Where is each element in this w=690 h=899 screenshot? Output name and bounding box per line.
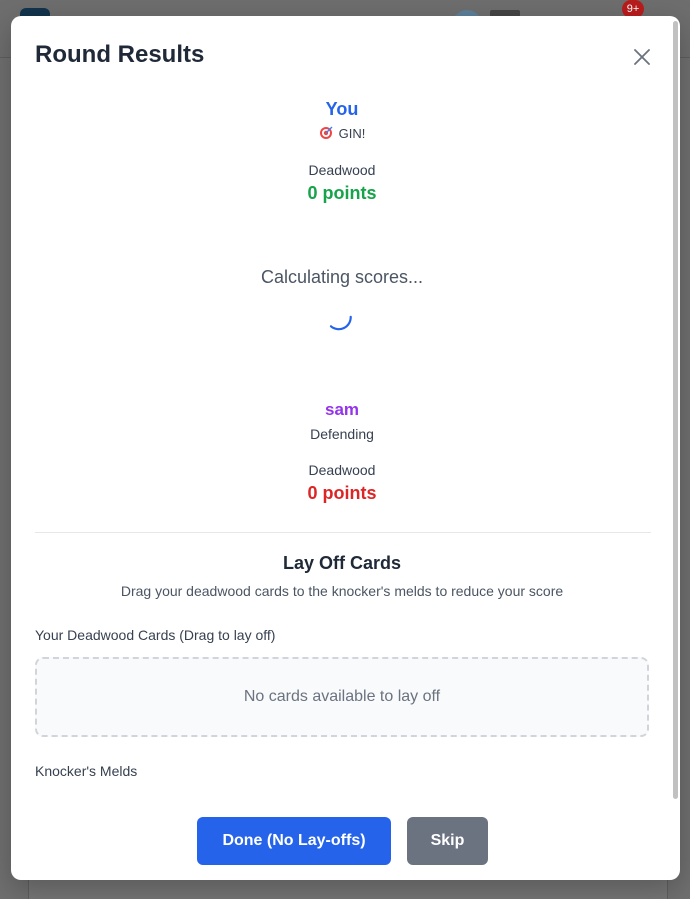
layoff-description: Drag your deadwood cards to the knocker'… [120, 583, 564, 599]
player-name-you: You [325, 99, 359, 119]
deadwood-cards-dropzone[interactable]: No cards available to lay off [35, 657, 649, 737]
close-button[interactable] [629, 44, 655, 70]
player-status-opponent: Defending [310, 426, 374, 442]
section-divider [35, 532, 651, 533]
scrollbar[interactable] [672, 16, 680, 880]
empty-dropzone-message: No cards available to lay off [243, 688, 441, 705]
dialog-title: Round Results [35, 41, 205, 68]
deadwood-label-you: Deadwood [308, 162, 376, 178]
dialog-header: Round Results [11, 16, 680, 96]
skip-button[interactable]: Skip [407, 817, 488, 865]
close-icon [634, 49, 650, 65]
player-status-you: GIN! [11, 126, 673, 141]
knocker-melds-label: Knocker's Melds [35, 763, 138, 779]
deadwood-points-you: 0 points [307, 183, 377, 203]
deadwood-label-opponent: Deadwood [308, 462, 376, 478]
deadwood-points-opponent: 0 points [307, 483, 377, 503]
scrollbar-thumb[interactable] [673, 21, 678, 799]
target-icon [319, 126, 333, 139]
layoff-title: Lay Off Cards [282, 553, 402, 573]
deadwood-cards-label: Your Deadwood Cards (Drag to lay off) [35, 627, 276, 643]
player-status-text-you: GIN! [338, 126, 366, 141]
done-button[interactable]: Done (No Lay-offs) [197, 817, 391, 865]
player-name-opponent: sam [324, 400, 360, 419]
calculating-text: Calculating scores... [260, 267, 424, 287]
loading-spinner-icon [329, 315, 352, 331]
round-results-dialog: Round Results You GIN! Deadwood 0 points… [11, 16, 680, 880]
